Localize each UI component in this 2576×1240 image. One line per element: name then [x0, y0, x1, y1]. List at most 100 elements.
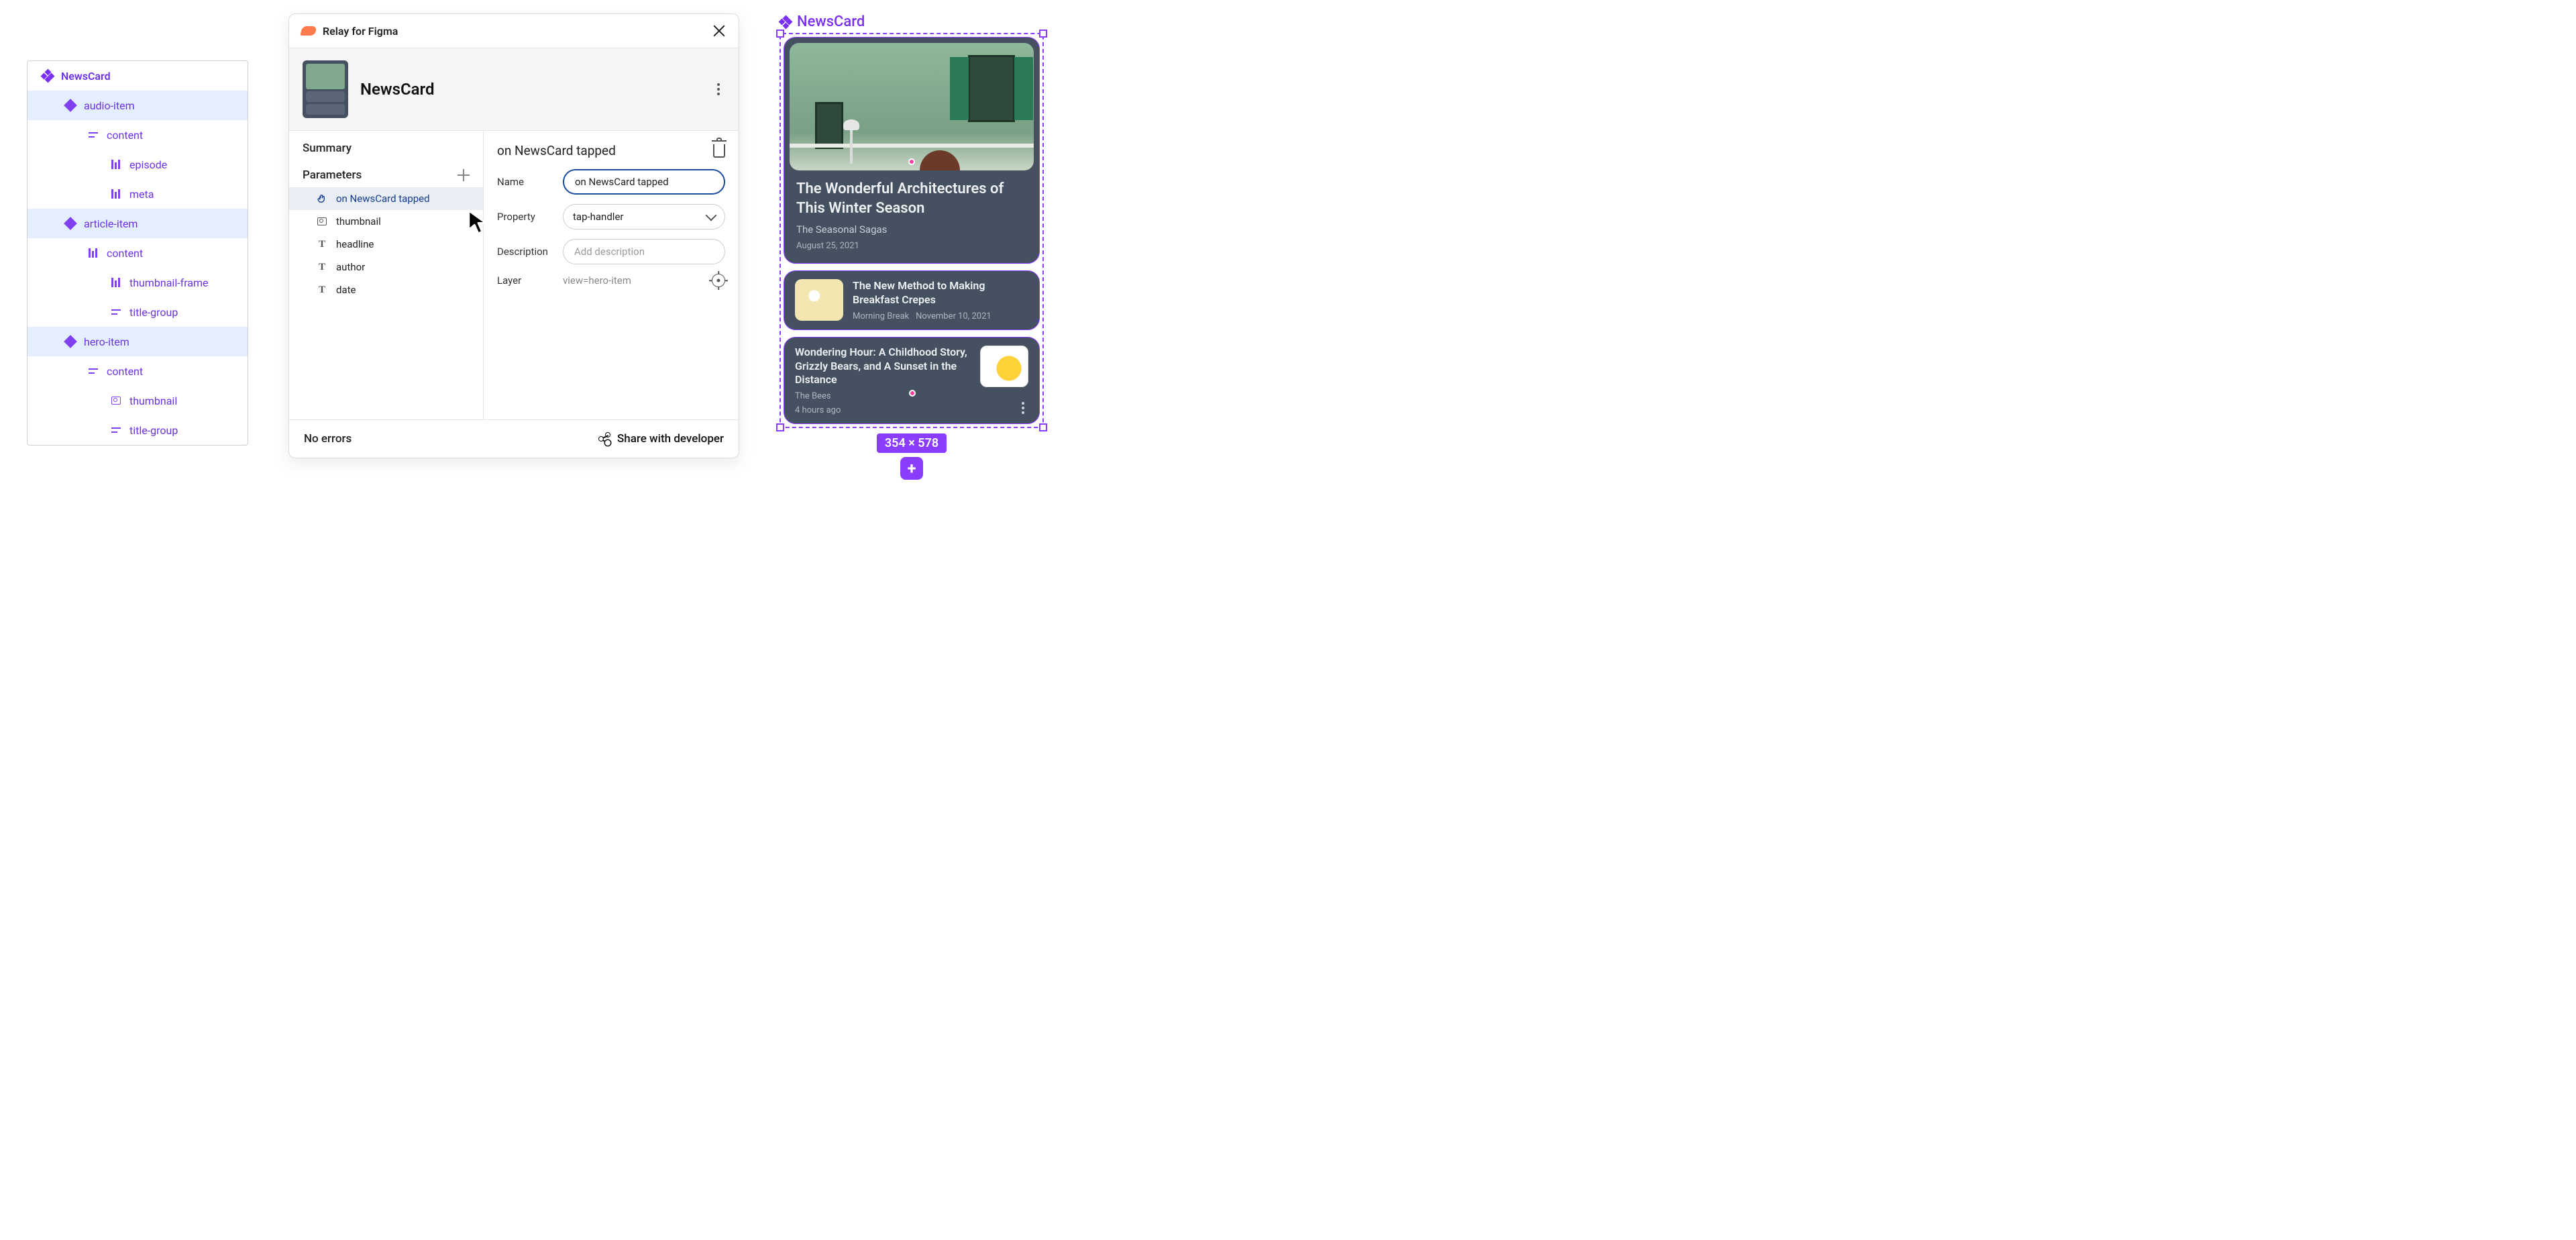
layer-label: audio-item — [84, 99, 135, 112]
columns-icon — [109, 278, 123, 287]
layer-label: episode — [129, 158, 167, 171]
chevron-down-icon — [706, 210, 717, 221]
hero-item[interactable]: The Wonderful Architectures of This Wint… — [784, 37, 1040, 264]
comment-pin-icon[interactable] — [908, 158, 915, 165]
layers-panel: NewsCard audio-item content episode meta… — [27, 60, 248, 446]
audio-time: 4 hours ago — [795, 405, 971, 415]
plugin-body: Summary Parameters on NewsCard tapped th… — [289, 131, 739, 419]
param-headline[interactable]: T headline — [289, 233, 483, 256]
audio-thumbnail — [980, 346, 1028, 387]
newscard-frame[interactable]: The Wonderful Architectures of This Wint… — [784, 37, 1040, 424]
text-icon: T — [316, 240, 328, 250]
relay-plugin-panel: Relay for Figma NewsCard Summary Paramet… — [288, 13, 739, 458]
layer-content[interactable]: content — [28, 120, 248, 150]
tap-icon — [316, 193, 328, 204]
parameters-label: Parameters — [303, 168, 362, 182]
layer-content[interactable]: content — [28, 356, 248, 386]
share-with-developer-button[interactable]: Share with developer — [598, 432, 724, 446]
layer-title-group[interactable]: title-group — [28, 297, 248, 327]
layer-label: title-group — [129, 424, 178, 437]
layer-label: NewsCard — [61, 70, 111, 83]
layer-article-item[interactable]: article-item — [28, 209, 248, 238]
comment-pin-icon[interactable] — [909, 390, 916, 397]
resize-handle-tl[interactable] — [776, 30, 784, 38]
name-input[interactable]: on NewsCard tapped — [563, 169, 725, 195]
description-label: Description — [497, 246, 553, 258]
layer-label: hero-item — [84, 335, 129, 348]
param-thumbnail[interactable]: thumbnail — [289, 210, 483, 233]
layer-label: content — [107, 365, 143, 378]
hero-date: August 25, 2021 — [796, 241, 1027, 251]
add-parameter-button[interactable] — [458, 169, 470, 181]
layer-content[interactable]: content — [28, 238, 248, 268]
param-author[interactable]: T author — [289, 256, 483, 278]
pick-layer-button[interactable] — [712, 274, 725, 287]
parameters-header: Parameters — [289, 163, 483, 187]
layer-label: content — [107, 129, 143, 142]
layer-audio-item[interactable]: audio-item — [28, 91, 248, 120]
resize-handle-tr[interactable] — [1039, 30, 1047, 38]
detail-title: on NewsCard tapped — [497, 143, 616, 158]
plugin-title: Relay for Figma — [323, 25, 398, 38]
share-label: Share with developer — [617, 432, 724, 446]
share-icon — [598, 433, 610, 445]
relay-logo-icon — [301, 26, 317, 36]
columns-icon — [87, 248, 100, 258]
hero-headline: The Wonderful Architectures of This Wint… — [796, 180, 1027, 218]
add-variant-button[interactable]: + — [900, 457, 923, 480]
selection-dimensions: 354 × 578 — [877, 433, 947, 453]
param-label: thumbnail — [336, 215, 381, 227]
layer-label: thumbnail-frame — [129, 276, 209, 289]
layer-value: view=hero-item — [563, 274, 702, 287]
name-value: on NewsCard tapped — [575, 176, 669, 188]
left-pane: Summary Parameters on NewsCard tapped th… — [289, 131, 484, 419]
property-select[interactable]: tap-handler — [563, 204, 725, 229]
layer-label: content — [107, 247, 143, 260]
property-value: tap-handler — [573, 211, 623, 223]
text-icon: T — [316, 262, 328, 272]
layer-label: meta — [129, 188, 154, 201]
audio-item[interactable]: Wondering Hour: A Childhood Story, Grizz… — [784, 337, 1040, 424]
resize-handle-bl[interactable] — [776, 423, 784, 431]
layer-thumbnail-frame[interactable]: thumbnail-frame — [28, 268, 248, 297]
param-label: headline — [336, 238, 374, 250]
param-label: author — [336, 261, 365, 273]
param-on-newscard-tapped[interactable]: on NewsCard tapped — [289, 187, 483, 210]
description-input[interactable]: Add description — [563, 239, 725, 264]
summary-section[interactable]: Summary — [289, 131, 483, 163]
lines-icon — [87, 131, 100, 139]
layer-title-group[interactable]: title-group — [28, 415, 248, 445]
property-label: Property — [497, 211, 553, 223]
audio-headline: Wondering Hour: A Childhood Story, Grizz… — [795, 346, 971, 387]
layer-meta[interactable]: meta — [28, 179, 248, 209]
param-label: date — [336, 284, 356, 296]
canvas-frame-name: NewsCard — [797, 13, 865, 30]
component-icon — [64, 337, 77, 346]
layer-label: title-group — [129, 306, 178, 319]
audio-menu-button[interactable] — [1018, 402, 1028, 414]
layer-label: Layer — [497, 274, 553, 287]
delete-parameter-button[interactable] — [713, 144, 725, 158]
param-date[interactable]: T date — [289, 278, 483, 301]
columns-icon — [109, 189, 123, 199]
component-header: NewsCard — [289, 48, 739, 131]
layer-hero-item[interactable]: hero-item — [28, 327, 248, 356]
component-icon — [64, 219, 77, 228]
close-button[interactable] — [712, 23, 727, 38]
hero-thumbnail — [790, 43, 1034, 170]
layer-thumbnail[interactable]: thumbnail — [28, 386, 248, 415]
resize-handle-br[interactable] — [1039, 423, 1047, 431]
lines-icon — [109, 426, 123, 434]
plugin-footer: No errors Share with developer — [289, 419, 739, 458]
hero-author: The Seasonal Sagas — [796, 223, 1027, 236]
layer-episode[interactable]: episode — [28, 150, 248, 179]
component-icon — [64, 101, 77, 110]
text-icon: T — [316, 285, 328, 295]
selection-bounds[interactable]: The Wonderful Architectures of This Wint… — [780, 33, 1044, 428]
layer-root[interactable]: NewsCard — [28, 61, 248, 91]
canvas-frame-label[interactable]: NewsCard — [780, 13, 865, 30]
description-placeholder: Add description — [574, 246, 645, 258]
audio-author: The Bees — [795, 391, 971, 401]
component-menu-button[interactable] — [712, 83, 725, 96]
name-label: Name — [497, 176, 553, 188]
